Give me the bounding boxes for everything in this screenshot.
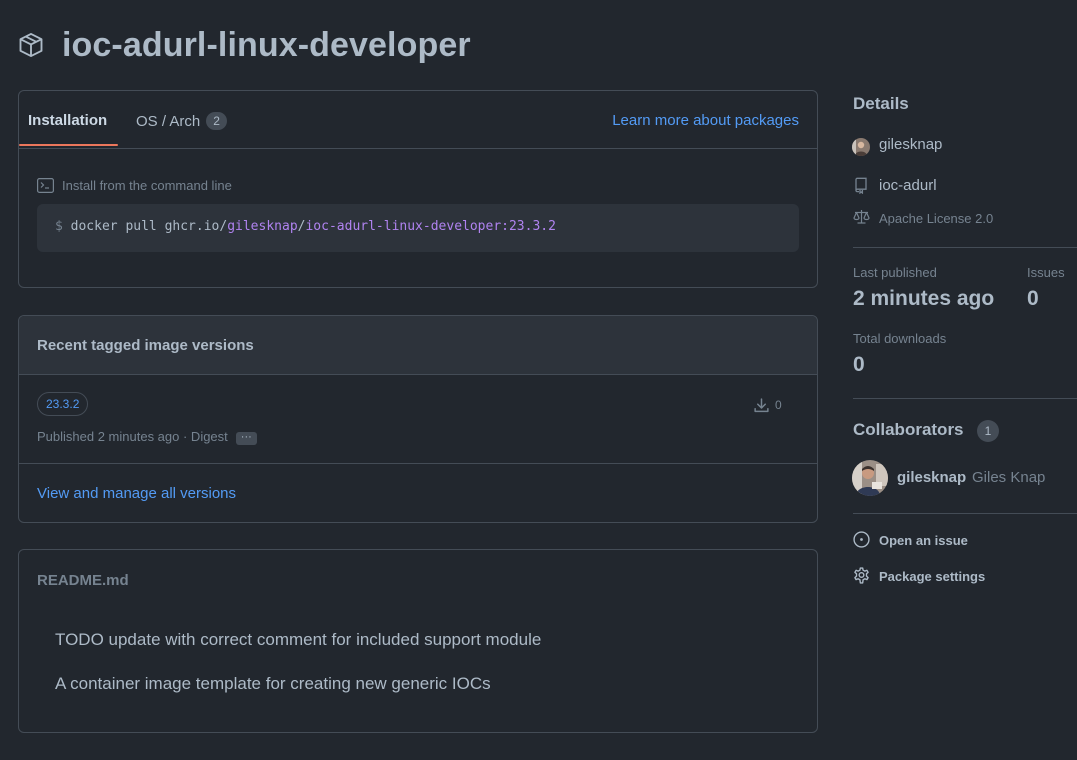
owner-avatar[interactable] bbox=[852, 138, 870, 156]
command-owner: gilesknap bbox=[227, 219, 298, 234]
collaborators-count: 1 bbox=[977, 420, 999, 442]
versions-panel: Recent tagged image versions 23.3.2 Publ… bbox=[18, 315, 818, 523]
versions-header: Recent tagged image versions bbox=[19, 316, 817, 375]
command-line-label: Install from the command line bbox=[62, 178, 232, 193]
version-download-count: 0 bbox=[775, 398, 782, 412]
package-icon bbox=[17, 31, 45, 59]
tab-os-arch[interactable]: OS / Arch 2 bbox=[136, 112, 227, 130]
installation-panel: Installation OS / Arch 2 Learn more about… bbox=[18, 90, 818, 288]
download-icon bbox=[753, 397, 770, 414]
issues-label: Issues bbox=[1027, 265, 1065, 280]
version-published: Published 2 minutes ago · Digest ··· bbox=[37, 429, 257, 445]
total-downloads-label: Total downloads bbox=[853, 331, 947, 346]
view-all-versions-link[interactable]: View and manage all versions bbox=[37, 485, 236, 502]
last-published-label: Last published bbox=[853, 265, 937, 280]
total-downloads-value: 0 bbox=[853, 353, 865, 376]
readme-title: README.md bbox=[37, 572, 129, 589]
collaborator-login[interactable]: gilesknap bbox=[897, 469, 966, 486]
version-published-text: Published 2 minutes ago · Digest bbox=[37, 429, 228, 444]
readme-paragraph: A container image template for creating … bbox=[55, 674, 491, 693]
readme-panel: README.md TODO update with correct comme… bbox=[18, 549, 818, 733]
package-settings-link[interactable]: Package settings bbox=[879, 569, 985, 584]
repo-link[interactable]: ioc-adurl bbox=[879, 177, 937, 194]
issue-opened-icon bbox=[853, 531, 870, 548]
install-command[interactable]: $ docker pull ghcr.io/gilesknap/ioc-adur… bbox=[37, 204, 799, 252]
package-title: ioc-adurl-linux-developer bbox=[62, 26, 471, 64]
open-issue-link[interactable]: Open an issue bbox=[879, 533, 968, 548]
divider bbox=[853, 513, 1077, 514]
learn-more-link[interactable]: Learn more about packages bbox=[612, 112, 799, 129]
os-arch-count: 2 bbox=[206, 112, 227, 130]
collaborators-heading: Collaborators bbox=[853, 420, 964, 439]
license-link[interactable]: Apache License 2.0 bbox=[879, 211, 993, 226]
law-icon bbox=[853, 209, 870, 225]
tab-installation[interactable]: Installation bbox=[28, 112, 107, 129]
divider bbox=[853, 398, 1077, 399]
divider bbox=[19, 463, 817, 464]
tab-os-arch-label: OS / Arch bbox=[136, 113, 201, 130]
divider bbox=[853, 247, 1077, 248]
issues-value: 0 bbox=[1027, 287, 1039, 310]
install-tabs: Installation OS / Arch 2 Learn more about… bbox=[19, 91, 817, 149]
versions-title: Recent tagged image versions bbox=[37, 337, 254, 354]
readme-paragraph: TODO update with correct comment for inc… bbox=[55, 630, 542, 649]
details-heading: Details bbox=[853, 94, 909, 113]
collaborator-name: Giles Knap bbox=[972, 469, 1046, 486]
owner-link[interactable]: gilesknap bbox=[879, 136, 942, 153]
terminal-icon bbox=[37, 178, 54, 193]
command-image: ioc-adurl-linux-developer:23.3.2 bbox=[305, 219, 556, 234]
collaborator-avatar[interactable] bbox=[852, 460, 888, 496]
active-tab-indicator bbox=[19, 144, 118, 146]
last-published-value: 2 minutes ago bbox=[853, 287, 995, 310]
command-prefix: docker pull ghcr.io/ bbox=[70, 219, 228, 234]
digest-expand-button[interactable]: ··· bbox=[235, 432, 257, 445]
command-prompt: $ bbox=[55, 219, 63, 234]
gear-icon bbox=[853, 567, 870, 584]
version-tag[interactable]: 23.3.2 bbox=[37, 392, 89, 416]
repo-icon bbox=[853, 177, 869, 194]
